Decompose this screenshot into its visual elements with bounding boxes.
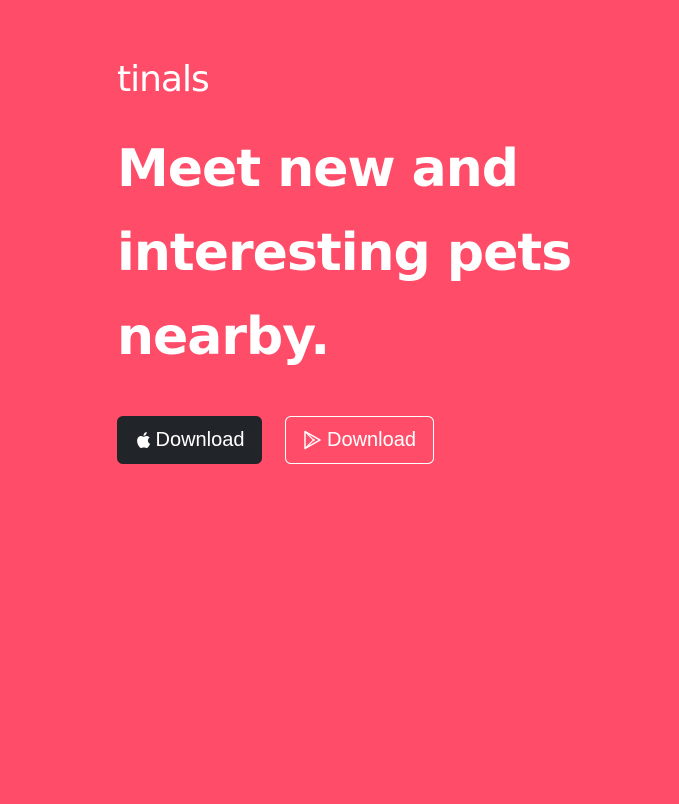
google-play-download-label: Download (327, 428, 416, 451)
apple-download-button[interactable]: Download (117, 416, 262, 464)
apple-download-label: Download (155, 428, 245, 451)
brand-logo-text[interactable]: tinals (117, 58, 210, 102)
google-play-icon (303, 430, 322, 450)
headline-line-1: Meet new and (117, 139, 519, 199)
hero-headline: Meet new and interesting pets nearby. (117, 127, 657, 379)
headline-line-3: nearby. (117, 307, 330, 367)
apple-icon (135, 431, 151, 449)
headline-line-2: interesting pets (117, 223, 572, 283)
google-play-download-button[interactable]: Download (285, 416, 434, 464)
